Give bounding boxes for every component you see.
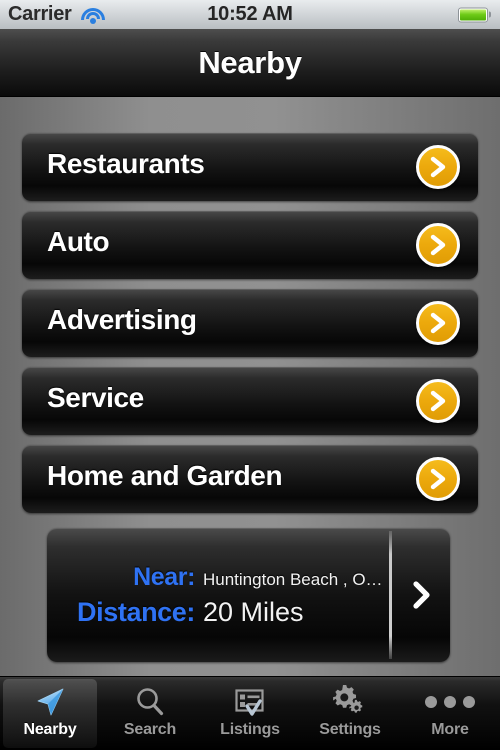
- battery-full-icon: [458, 7, 491, 22]
- list-check-icon: [233, 683, 267, 721]
- tab-settings[interactable]: Settings: [300, 677, 400, 750]
- chevron-right-icon[interactable]: [416, 223, 460, 267]
- tab-bar: Nearby Search Listings Settings More: [0, 676, 500, 750]
- magnifier-icon: [133, 683, 167, 721]
- category-label: Home and Garden: [47, 460, 283, 491]
- distance-row: Distance: 20 Miles: [47, 597, 383, 628]
- category-label: Advertising: [47, 304, 197, 335]
- location-values: Near: Huntington Beach , Or… Distance: 2…: [47, 528, 389, 662]
- tab-label: Listings: [220, 721, 280, 738]
- category-button-auto[interactable]: Auto: [22, 211, 478, 279]
- tab-label: Settings: [319, 721, 381, 738]
- chevron-right-icon[interactable]: [416, 457, 460, 501]
- tab-nearby[interactable]: Nearby: [0, 677, 100, 750]
- category-label: Restaurants: [47, 148, 205, 179]
- location-settings-panel[interactable]: Near: Huntington Beach , Or… Distance: 2…: [47, 528, 450, 662]
- tab-listings[interactable]: Listings: [200, 677, 300, 750]
- near-label: Near:: [133, 562, 195, 591]
- near-row: Near: Huntington Beach , Or…: [47, 563, 383, 592]
- chevron-right-icon[interactable]: [416, 379, 460, 423]
- navigation-arrow-icon: [33, 683, 67, 721]
- category-button-advertising[interactable]: Advertising: [22, 289, 478, 357]
- status-clock: 10:52 AM: [207, 3, 293, 25]
- navigation-bar: Nearby: [0, 29, 500, 97]
- distance-value: 20 Miles: [203, 596, 304, 627]
- tab-search[interactable]: Search: [100, 677, 200, 750]
- category-label: Service: [47, 382, 144, 413]
- distance-label: Distance:: [77, 596, 195, 627]
- category-button-home-and-garden[interactable]: Home and Garden: [22, 445, 478, 513]
- chevron-right-icon[interactable]: [416, 145, 460, 189]
- category-list: Restaurants Auto Advertising Service Hom: [0, 97, 500, 523]
- status-bar: Carrier 10:52 AM: [0, 0, 500, 29]
- ellipsis-icon: [425, 683, 475, 721]
- chevron-right-icon[interactable]: [416, 301, 460, 345]
- gears-icon: [333, 683, 367, 721]
- chevron-right-icon[interactable]: [392, 528, 450, 662]
- category-button-restaurants[interactable]: Restaurants: [22, 133, 478, 201]
- tab-label: Nearby: [23, 721, 77, 738]
- category-label: Auto: [47, 226, 110, 257]
- category-button-service[interactable]: Service: [22, 367, 478, 435]
- tab-more[interactable]: More: [400, 677, 500, 750]
- tab-label: More: [431, 721, 469, 738]
- app-screen: Carrier 10:52 AM Nearby Restaurants Auto…: [0, 0, 500, 750]
- page-title: Nearby: [198, 44, 302, 80]
- near-value: Huntington Beach , Or…: [203, 569, 383, 589]
- tab-label: Search: [123, 721, 177, 738]
